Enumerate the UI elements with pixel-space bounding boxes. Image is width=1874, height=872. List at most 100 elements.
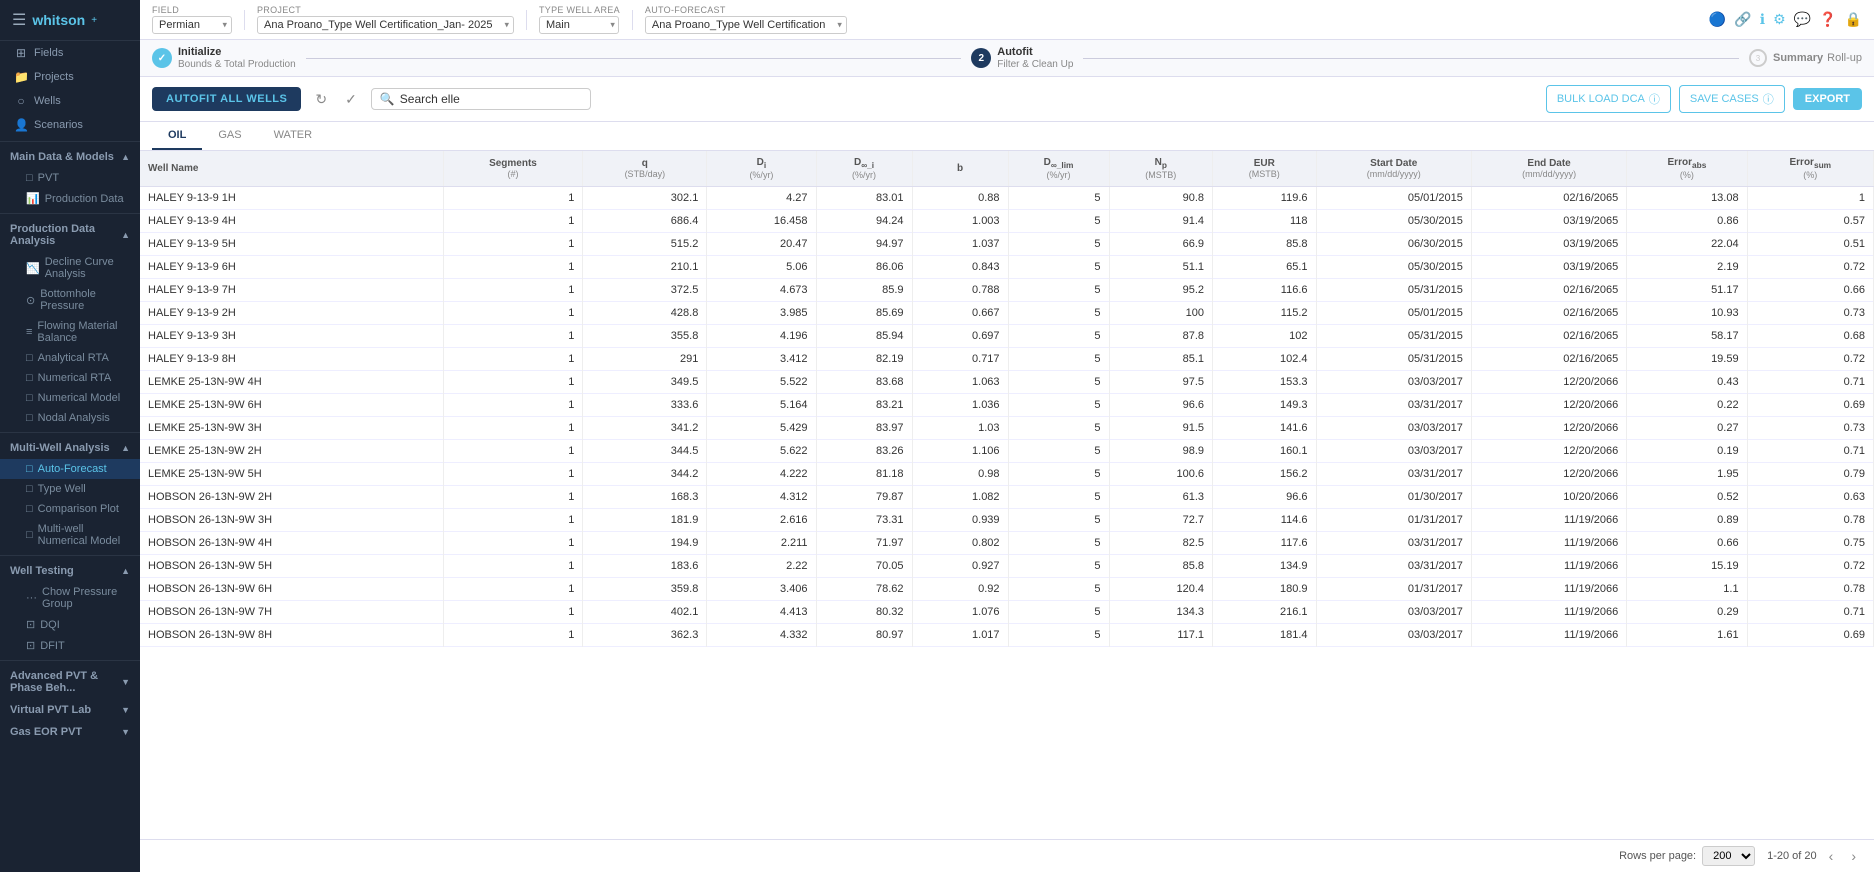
table-row[interactable]: LEMKE 25-13N-9W 4H1349.55.52283.681.0635… <box>140 371 1874 394</box>
sidebar-group-production-analysis[interactable]: Production Data Analysis ▲ <box>0 218 140 252</box>
cell-Dterm: 73.31 <box>816 509 912 532</box>
link-icon[interactable]: 🔗 <box>1734 11 1751 28</box>
sidebar-item-type-well[interactable]: □ Type Well <box>0 479 140 499</box>
sidebar-item-production-data[interactable]: 📊 Production Data <box>0 188 140 209</box>
sidebar-item-fields[interactable]: ⊞ Fields <box>0 41 140 65</box>
table-row[interactable]: LEMKE 25-13N-9W 3H1341.25.42983.971.0359… <box>140 417 1874 440</box>
table-row[interactable]: HOBSON 26-13N-9W 4H1194.92.21171.970.802… <box>140 532 1874 555</box>
next-page-button[interactable]: › <box>1845 846 1862 866</box>
sidebar-item-multi-numerical[interactable]: □ Multi-well Numerical Model <box>0 519 140 551</box>
sidebar-item-nodal[interactable]: □ Nodal Analysis <box>0 408 140 428</box>
sidebar-group-well-testing[interactable]: Well Testing ▲ <box>0 560 140 582</box>
cell-Dterm: 80.97 <box>816 624 912 647</box>
sidebar-item-numerical-model[interactable]: □ Numerical Model <box>0 388 140 408</box>
cell-Dterm: 79.87 <box>816 486 912 509</box>
cell-q: 515.2 <box>583 233 707 256</box>
table-row[interactable]: HALEY 9-13-9 8H12913.41282.190.717585.11… <box>140 348 1874 371</box>
chat-icon[interactable]: 💬 <box>1794 11 1811 28</box>
help-icon[interactable]: ❓ <box>1819 11 1836 28</box>
sidebar-group-multi-well[interactable]: Multi-Well Analysis ▲ <box>0 437 140 459</box>
cell-Dterm_lim: 5 <box>1008 417 1109 440</box>
cell-q: 168.3 <box>583 486 707 509</box>
expand-icon: ▲ <box>121 443 130 453</box>
cell-Np: 61.3 <box>1109 486 1212 509</box>
table-row[interactable]: HOBSON 26-13N-9W 2H1168.34.31279.871.082… <box>140 486 1874 509</box>
table-row[interactable]: HALEY 9-13-9 7H1372.54.67385.90.788595.2… <box>140 279 1874 302</box>
numerical-rta-icon: □ <box>26 372 33 384</box>
table-row[interactable]: LEMKE 25-13N-9W 5H1344.24.22281.180.9851… <box>140 463 1874 486</box>
info-icon[interactable]: ℹ <box>1760 11 1765 28</box>
auto-forecast-select[interactable]: Ana Proano_Type Well Certification <box>645 16 847 34</box>
sync-icon[interactable]: 🔵 <box>1709 11 1726 28</box>
type-well-area-select[interactable]: Main <box>539 16 619 34</box>
table-row[interactable]: HALEY 9-13-9 1H1302.14.2783.010.88590.81… <box>140 187 1874 210</box>
check-button[interactable]: ✓ <box>341 89 361 110</box>
cell-EUR: 181.4 <box>1213 624 1316 647</box>
sidebar-item-wells[interactable]: ○ Wells <box>0 89 140 113</box>
table-row[interactable]: HALEY 9-13-9 2H1428.83.98585.690.6675100… <box>140 302 1874 325</box>
cell-start_date: 03/03/2017 <box>1316 624 1471 647</box>
table-row[interactable]: LEMKE 25-13N-9W 6H1333.65.16483.211.0365… <box>140 394 1874 417</box>
rows-per-page-select[interactable]: 200 100 50 <box>1702 846 1755 866</box>
hamburger-icon[interactable]: ☰ <box>12 10 26 30</box>
sidebar-item-pvt[interactable]: □ PVT <box>0 168 140 188</box>
sidebar-item-projects[interactable]: 📁 Projects <box>0 65 140 89</box>
sidebar-group-virtual-pvt[interactable]: Virtual PVT Lab ▼ <box>0 699 140 721</box>
sidebar-item-flowing[interactable]: ≡ Flowing Material Balance <box>0 316 140 348</box>
settings-icon[interactable]: ⚙ <box>1773 11 1786 28</box>
tab-water[interactable]: WATER <box>258 122 329 150</box>
sidebar-item-dca[interactable]: 📉 Decline Curve Analysis <box>0 252 140 284</box>
sidebar-item-auto-forecast[interactable]: □ Auto-Forecast <box>0 459 140 479</box>
cell-q: 362.3 <box>583 624 707 647</box>
cell-Dterm: 85.69 <box>816 302 912 325</box>
sidebar-item-chow-pressure[interactable]: ··· Chow Pressure Group <box>0 582 140 614</box>
sidebar-item-numerical-rta[interactable]: □ Numerical RTA <box>0 368 140 388</box>
cell-b: 0.843 <box>912 256 1008 279</box>
table-row[interactable]: HOBSON 26-13N-9W 5H1183.62.2270.050.9275… <box>140 555 1874 578</box>
sidebar-item-analytical-rta[interactable]: □ Analytical RTA <box>0 348 140 368</box>
cell-b: 1.082 <box>912 486 1008 509</box>
cell-end_date: 10/20/2066 <box>1471 486 1626 509</box>
prev-page-button[interactable]: ‹ <box>1823 846 1840 866</box>
search-input[interactable] <box>400 92 570 106</box>
table-row[interactable]: HALEY 9-13-9 4H1686.416.45894.241.003591… <box>140 210 1874 233</box>
cell-error_sum: 0.73 <box>1747 417 1873 440</box>
expand-icon: ▼ <box>121 727 130 737</box>
cell-segments: 1 <box>443 187 583 210</box>
table-row[interactable]: HOBSON 26-13N-9W 8H1362.34.33280.971.017… <box>140 624 1874 647</box>
tab-gas[interactable]: GAS <box>202 122 257 150</box>
cell-Dterm_lim: 5 <box>1008 624 1109 647</box>
refresh-button[interactable]: ↻ <box>311 89 331 110</box>
table-row[interactable]: LEMKE 25-13N-9W 2H1344.55.62283.261.1065… <box>140 440 1874 463</box>
cell-b: 0.717 <box>912 348 1008 371</box>
col-di: Di(%/yr) <box>707 151 816 187</box>
sidebar-group-gas-eor[interactable]: Gas EOR PVT ▼ <box>0 721 140 743</box>
table-row[interactable]: HALEY 9-13-9 5H1515.220.4794.971.037566.… <box>140 233 1874 256</box>
field-select[interactable]: Permian <box>152 16 232 34</box>
table-row[interactable]: HALEY 9-13-9 3H1355.84.19685.940.697587.… <box>140 325 1874 348</box>
sidebar-group-advanced-pvt[interactable]: Advanced PVT & Phase Beh... ▼ <box>0 665 140 699</box>
cell-Dterm_lim: 5 <box>1008 532 1109 555</box>
save-cases-button[interactable]: SAVE CASES ⓘ <box>1679 85 1785 113</box>
table-row[interactable]: HOBSON 26-13N-9W 6H1359.83.40678.620.925… <box>140 578 1874 601</box>
bulk-load-dca-button[interactable]: BULK LOAD DCA ⓘ <box>1546 85 1671 113</box>
cell-EUR: 102 <box>1213 325 1316 348</box>
cell-b: 0.667 <box>912 302 1008 325</box>
tab-oil[interactable]: OIL <box>152 122 202 150</box>
table-row[interactable]: HALEY 9-13-9 6H1210.15.0686.060.843551.1… <box>140 256 1874 279</box>
project-select[interactable]: Ana Proano_Type Well Certification_Jan- … <box>257 16 514 34</box>
lock-icon[interactable]: 🔒 <box>1845 11 1862 28</box>
sidebar-item-comparison[interactable]: □ Comparison Plot <box>0 499 140 519</box>
autofit-all-wells-button[interactable]: AUTOFIT ALL WELLS <box>152 87 301 111</box>
table-row[interactable]: HOBSON 26-13N-9W 7H1402.14.41380.321.076… <box>140 601 1874 624</box>
export-button[interactable]: EXPORT <box>1793 88 1862 110</box>
cell-b: 0.98 <box>912 463 1008 486</box>
cell-EUR: 160.1 <box>1213 440 1316 463</box>
table-row[interactable]: HOBSON 26-13N-9W 3H1181.92.61673.310.939… <box>140 509 1874 532</box>
sidebar-item-scenarios[interactable]: 👤 Scenarios <box>0 113 140 137</box>
sidebar-item-dqi[interactable]: ⊡ DQI <box>0 614 140 635</box>
sidebar-group-main-data[interactable]: Main Data & Models ▲ <box>0 146 140 168</box>
sidebar-item-bottomhole[interactable]: ⊙ Bottomhole Pressure <box>0 284 140 316</box>
sidebar-item-dfit[interactable]: ⊡ DFIT <box>0 635 140 656</box>
cell-well_name: LEMKE 25-13N-9W 2H <box>140 440 443 463</box>
